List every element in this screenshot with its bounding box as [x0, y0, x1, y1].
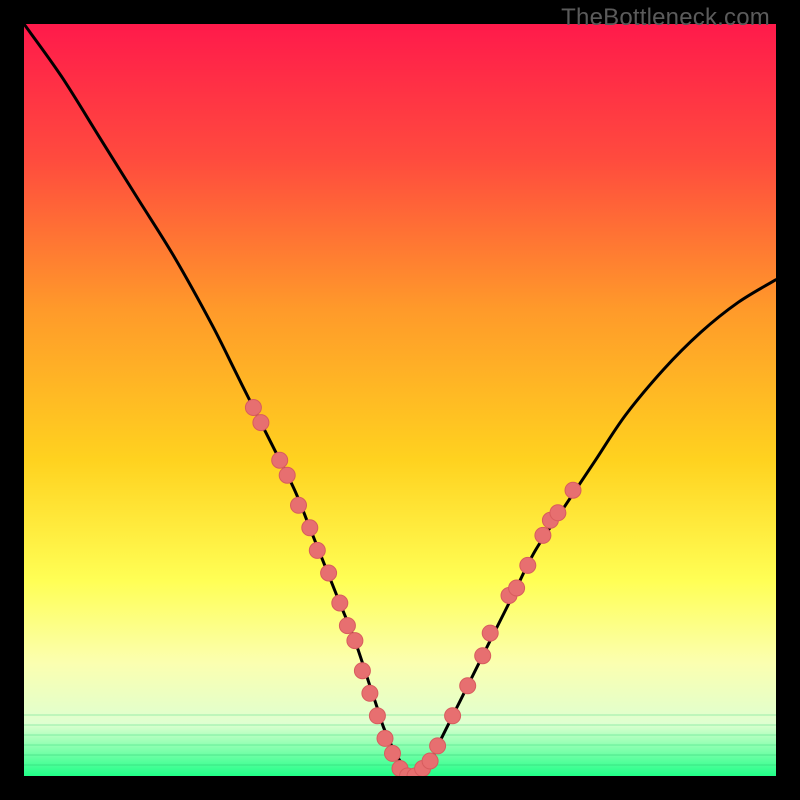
- chart-frame: [24, 24, 776, 776]
- background-gradient: [24, 24, 776, 776]
- watermark-text: TheBottleneck.com: [561, 4, 770, 32]
- plot-area: [24, 24, 776, 776]
